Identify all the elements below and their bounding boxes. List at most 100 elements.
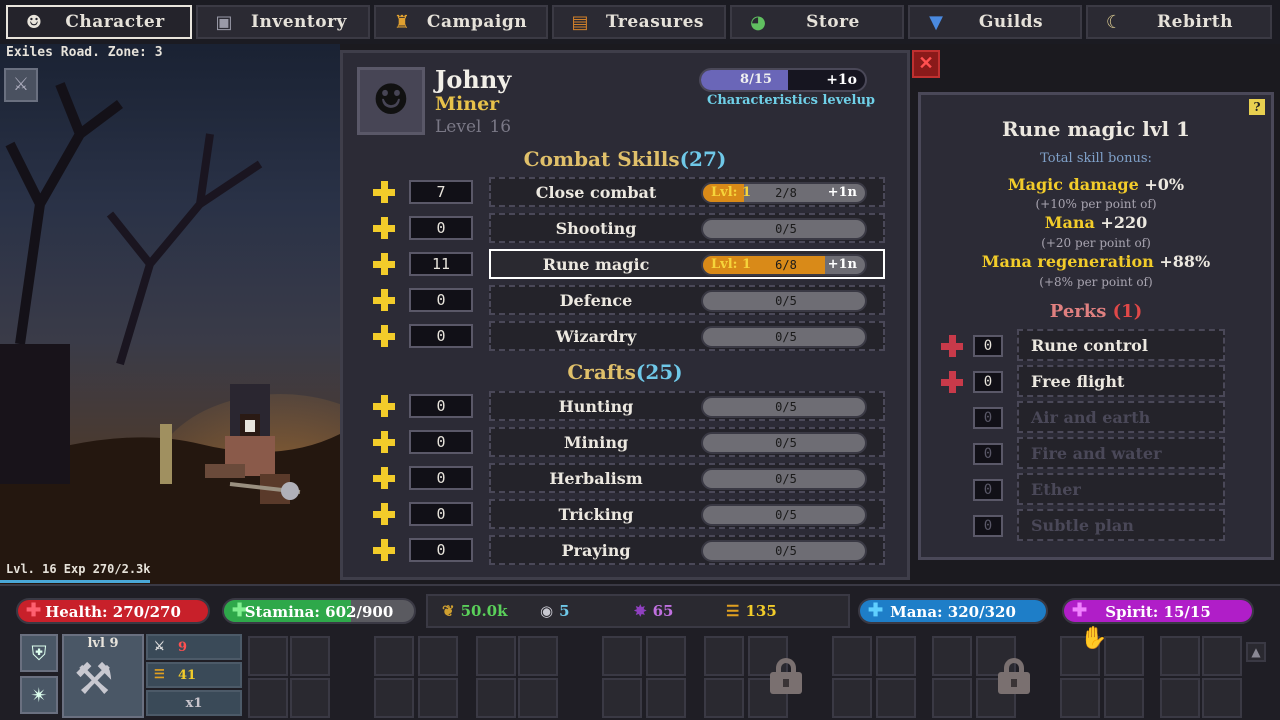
tab-guilds[interactable]: ▼ Guilds [908,5,1082,39]
inventory-slot[interactable] [1202,636,1242,676]
inventory-slot[interactable] [932,636,972,676]
inventory-slot[interactable] [876,678,916,718]
tab-campaign[interactable]: ♜ Campaign [374,5,548,39]
craft-button[interactable]: Herbalism 0/5 [489,463,885,493]
add-point-button[interactable] [373,539,395,561]
skill-row: 0 Defence 0/5 [343,285,913,317]
craft-button[interactable]: Mining 0/5 [489,427,885,457]
tab-character[interactable]: ☻ Character [6,5,192,39]
craft-button[interactable]: Praying 0/5 [489,535,885,565]
add-perk-button[interactable] [941,371,963,393]
add-point-button[interactable] [373,289,395,311]
tab-treasures[interactable]: ▤ Treasures [552,5,726,39]
perk-row: 0 Subtle plan [921,509,1277,541]
skill-button[interactable]: Rune magic Lvl: 1 6/8 +1n [489,249,885,279]
inventory-slot[interactable] [418,636,458,676]
multiplier-stat: x1 [146,690,242,716]
quick-slot-sword[interactable]: ⚔ [4,68,38,102]
inventory-slot[interactable] [1104,678,1144,718]
inventory-slot[interactable] [1060,678,1100,718]
inventory-slot[interactable] [290,678,330,718]
skill-points: 11 [409,252,473,276]
add-point-button[interactable] [373,395,395,417]
inventory-slot[interactable] [248,678,288,718]
skill-button[interactable]: Defence 0/5 [489,285,885,315]
inventory-slot[interactable] [476,636,516,676]
inventory-slot[interactable] [476,678,516,718]
inventory-slot[interactable] [1160,678,1200,718]
bearded-face-icon: ☻ [372,75,410,124]
inventory-slot[interactable] [1104,636,1144,676]
inventory-slot[interactable] [518,678,558,718]
inventory-slot[interactable] [518,636,558,676]
inventory-slot[interactable] [704,636,744,676]
add-point-button[interactable] [373,217,395,239]
perk-row: 0 Rune control [921,329,1277,361]
inventory-slot[interactable] [248,636,288,676]
add-point-button[interactable] [373,503,395,525]
craft-name: Praying [561,541,631,560]
skill-points: 0 [409,288,473,312]
inventory-slot[interactable] [1202,678,1242,718]
sword-icon: ⚔ [12,74,30,95]
tab-store[interactable]: ◕ Store [730,5,904,39]
inventory-slot[interactable] [602,678,642,718]
inventory-slot[interactable] [932,678,972,718]
scroll-up-button[interactable]: ▲ [1246,642,1266,662]
inventory-slot[interactable] [290,636,330,676]
craft-progress-text: 0/5 [775,436,797,450]
weapon-slot[interactable]: lvl 9 ⚒ [62,634,144,718]
skill-button[interactable]: Shooting 0/5 [489,213,885,243]
inventory-slot[interactable] [374,636,414,676]
add-point-button[interactable] [373,181,395,203]
inventory-slot[interactable] [646,636,686,676]
spell-slot[interactable]: ✴ [20,676,58,714]
inventory-slot[interactable] [418,678,458,718]
inventory-slot[interactable] [832,636,872,676]
inventory-slot[interactable] [704,678,744,718]
perk-button: Air and earth [1017,401,1225,433]
perk-button[interactable]: Free flight [1017,365,1225,397]
add-point-button[interactable] [373,325,395,347]
character-name: Johny [435,65,512,94]
craft-button[interactable]: Hunting 0/5 [489,391,885,421]
tab-rebirth[interactable]: ☾ Rebirth [1086,5,1272,39]
close-button[interactable]: ✕ [912,50,940,78]
perk-row: 0 Ether [921,473,1277,505]
campaign-icon: ♜ [393,12,411,33]
skill-row: 11 Rune magic Lvl: 1 6/8 +1n [343,249,913,281]
inventory-slot[interactable] [646,678,686,718]
skill-name: Shooting [555,219,637,238]
characteristics-bar[interactable]: 8/15 +1o [699,68,867,92]
craft-button[interactable]: Tricking 0/5 [489,499,885,529]
tab-inventory[interactable]: ▣ Inventory [196,5,370,39]
skill-button[interactable]: Wizardry 0/5 [489,321,885,351]
game-scene: Exiles Road. Zone: 3 ⚔ Lvl. 16 Exp 270/2… [0,44,340,584]
craft-progress-bar: 0/5 [701,468,867,490]
skill-progress-bar: 0/5 [701,218,867,240]
inventory-slot[interactable] [832,678,872,718]
perk-name: Air and earth [1031,408,1151,427]
character-level: Level 16 [435,117,512,137]
add-point-button[interactable] [373,431,395,453]
store-icon: ◕ [750,12,766,33]
inventory-slot[interactable] [876,636,916,676]
help-button[interactable]: ? [1249,99,1265,115]
perk-button[interactable]: Rune control [1017,329,1225,361]
inventory-slot[interactable] [374,678,414,718]
inventory-slot[interactable] [602,636,642,676]
add-perk-button[interactable] [941,335,963,357]
skill-progress-bar: 0/5 [701,326,867,348]
skill-row: 0 Wizardry 0/5 [343,321,913,353]
add-point-button[interactable] [373,253,395,275]
health-bar: ✚ Health: 270/270 [16,598,210,624]
resource-crystal: ✸ 65 [634,602,674,620]
skill-progress-text: 0/5 [775,330,797,344]
skill-progress-bar: Lvl: 1 6/8 +1n [701,254,867,276]
character-panel: ☻ Johny Miner Level 16 8/15 +1o Character… [340,50,910,580]
inventory-slot[interactable] [1160,636,1200,676]
helmet-slot[interactable]: ⛨ [20,634,58,672]
skill-button[interactable]: Close combat Lvl: 1 2/8 +1n [489,177,885,207]
skill-row: 0 Shooting 0/5 [343,213,913,245]
add-point-button[interactable] [373,467,395,489]
